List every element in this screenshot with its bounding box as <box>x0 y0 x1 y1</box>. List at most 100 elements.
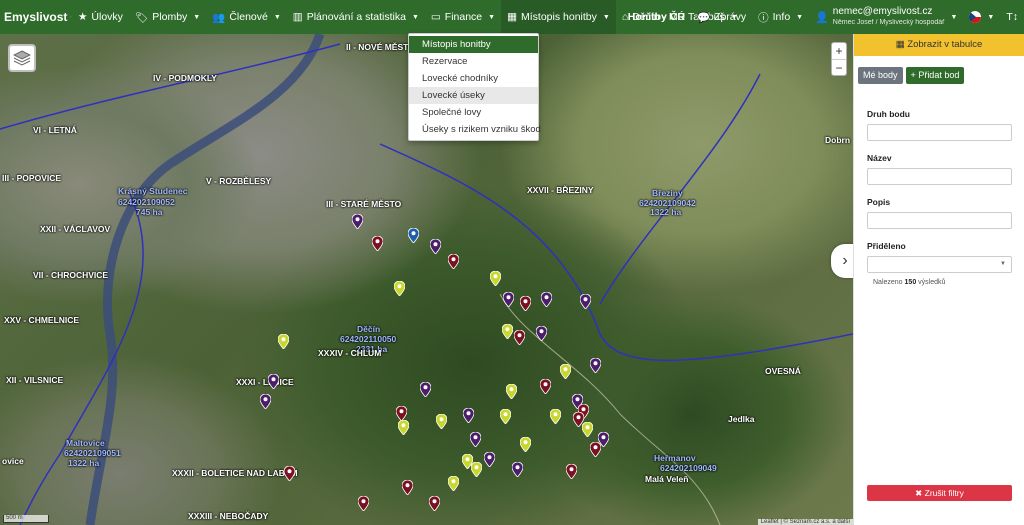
map-label: OVESNÁ <box>765 366 801 376</box>
map-label: 624202110050 <box>340 334 397 344</box>
map-marker-pin-icon[interactable] <box>589 441 602 458</box>
menu-item-mistopis[interactable]: Místopis honitby <box>409 36 538 53</box>
scale-bar: 500 m <box>3 515 49 523</box>
map-marker-pin-icon[interactable] <box>539 378 552 395</box>
map-marker-pin-icon[interactable] <box>489 270 502 287</box>
map-marker-pin-icon[interactable] <box>501 323 514 340</box>
map-marker-pin-icon[interactable] <box>447 253 460 270</box>
map-marker-pin-icon[interactable] <box>401 479 414 496</box>
nav-info[interactable]: ⓘ Info ▼ <box>752 0 809 34</box>
money-icon: ▭ <box>430 11 441 23</box>
map-marker-pin-icon[interactable] <box>470 461 483 478</box>
name-input[interactable] <box>867 168 1012 185</box>
zoom-control: + − <box>831 42 847 76</box>
map-marker-pin-icon[interactable] <box>277 333 290 350</box>
map-marker-pin-icon[interactable] <box>428 495 441 512</box>
map-label: XII - VILSNICE <box>6 375 64 385</box>
nav-finance[interactable]: ▭ Finance ▼ <box>425 0 501 34</box>
map-marker-pin-icon[interactable] <box>393 280 406 297</box>
map-marker-pin-icon[interactable] <box>535 325 548 342</box>
map-label: XXXII - BOLETICE NAD LABEM <box>172 468 298 478</box>
clear-filters-button[interactable]: ✖ Zrušit filtry <box>867 485 1012 501</box>
add-point-button[interactable]: + Přidat bod <box>905 67 965 84</box>
nav-plomby[interactable]: 🏷 Plomby ▼ <box>129 0 206 34</box>
map-marker-pin-icon[interactable] <box>357 495 370 512</box>
map-label: III - STARÉ MĚSTO <box>326 199 402 209</box>
map-marker-pin-icon[interactable] <box>519 295 532 312</box>
map-marker-pin-icon[interactable] <box>283 465 296 482</box>
nav-mistopis[interactable]: ▦ Místopis honitby ▼ <box>501 0 616 34</box>
map-marker-pin-icon[interactable] <box>511 461 524 478</box>
map-marker-pin-icon[interactable] <box>395 405 408 422</box>
user-menu[interactable]: 👤 nemec@emyslivost.cz Němec Josef / Mysl… <box>809 6 963 28</box>
map-marker-pin-icon[interactable] <box>419 381 432 398</box>
map-marker-pin-icon[interactable] <box>499 408 512 425</box>
map-marker-pin-icon[interactable] <box>549 408 562 425</box>
nav-zpravy[interactable]: 💬 Zprávy <box>691 0 752 34</box>
map-label: Maltovice <box>66 438 105 448</box>
show-table-button[interactable]: ▦ Zobrazit v tabulce <box>854 34 1024 56</box>
menu-item-spolecne-lovy[interactable]: Společné lovy <box>409 104 538 121</box>
nav-honitby-cr[interactable]: Honitby ČR <box>622 0 691 34</box>
map-marker-pin-icon[interactable] <box>579 293 592 310</box>
map-label: XXXI - LEŠICE <box>236 377 294 387</box>
map-marker-pin-icon[interactable] <box>462 407 475 424</box>
map-marker-pin-icon[interactable] <box>407 227 420 244</box>
text-size-button[interactable]: T↕ <box>1000 0 1024 34</box>
caret-down-icon: ▼ <box>950 13 958 21</box>
map-marker-pin-icon[interactable] <box>519 436 532 453</box>
map-marker-pin-icon[interactable] <box>397 419 410 436</box>
navbar-right: Honitby ČR 💬 Zprávy ⓘ Info ▼ 👤 nemec@emysli… <box>622 0 1024 34</box>
panel-toggle-button[interactable]: › <box>831 244 853 278</box>
map-marker-pin-icon[interactable] <box>559 363 572 380</box>
map-marker-pin-icon[interactable] <box>469 431 482 448</box>
map-marker-pin-icon[interactable] <box>502 291 515 308</box>
nav-ulovky[interactable]: ★ Úlovky <box>72 0 129 34</box>
brand-logo[interactable]: Emyslivost <box>0 9 72 25</box>
caret-down-icon: ▼ <box>796 13 804 21</box>
layers-button[interactable] <box>8 44 36 72</box>
map-attribution[interactable]: Leaflet | © Seznam.cz a.s. a další <box>757 519 853 525</box>
map-label: XXII - VÁCLAVOV <box>40 224 111 234</box>
map-label: IV - PODMOKLY <box>153 73 217 83</box>
nav-clenove[interactable]: 👥 Členové ▼ <box>206 0 287 34</box>
map-label: XXV - CHMELNICE <box>4 315 80 325</box>
map-label: 1322 ha <box>68 458 100 468</box>
map-marker-pin-icon[interactable] <box>371 235 384 252</box>
map-marker-pin-icon[interactable] <box>589 357 602 374</box>
nav-planovani[interactable]: ▥ Plánování a statistika ▼ <box>287 0 425 34</box>
map-label: Heřmanov <box>654 453 696 463</box>
map-marker-pin-icon[interactable] <box>259 393 272 410</box>
menu-item-chodniky[interactable]: Lovecké chodníky <box>409 70 538 87</box>
map-marker-pin-icon[interactable] <box>483 451 496 468</box>
zoom-in-button[interactable]: + <box>832 43 846 59</box>
menu-item-rezervace[interactable]: Rezervace <box>409 53 538 70</box>
chart-icon: ▥ <box>292 11 303 23</box>
map-marker-pin-icon[interactable] <box>540 291 553 308</box>
type-input[interactable] <box>867 124 1012 141</box>
map-marker-pin-icon[interactable] <box>351 213 364 230</box>
description-input[interactable] <box>867 212 1012 229</box>
map-label: Malá Veleň <box>645 474 689 484</box>
map-marker-pin-icon[interactable] <box>565 463 578 480</box>
my-points-button[interactable]: Mé body <box>858 67 903 84</box>
map-marker-pin-icon[interactable] <box>581 421 594 438</box>
map-marker-pin-icon[interactable] <box>447 475 460 492</box>
map-marker-pin-icon[interactable] <box>429 238 442 255</box>
map-marker-pin-icon[interactable] <box>513 329 526 346</box>
zoom-out-button[interactable]: − <box>832 59 846 75</box>
field-label-description: Popis <box>867 197 891 207</box>
caret-down-icon: ▼ <box>602 13 610 21</box>
caret-down-icon: ▼ <box>488 13 496 21</box>
filter-form: Druh bodu Název Popis Přiděleno ▼ <box>854 84 1024 273</box>
map-icon: ▦ <box>507 11 518 23</box>
map-marker-pin-icon[interactable] <box>267 373 280 390</box>
map-marker-pin-icon[interactable] <box>505 383 518 400</box>
map-label: 745 ha <box>136 207 163 217</box>
field-label-assigned: Přiděleno <box>867 241 906 251</box>
menu-item-useky[interactable]: Lovecké úseky <box>409 87 538 104</box>
map-marker-pin-icon[interactable] <box>435 413 448 430</box>
language-select[interactable]: ▼ <box>963 0 1000 34</box>
menu-item-riziko-skod[interactable]: Úseky s rizikem vzniku škod <box>409 121 541 138</box>
assigned-select[interactable]: ▼ <box>867 256 1012 273</box>
